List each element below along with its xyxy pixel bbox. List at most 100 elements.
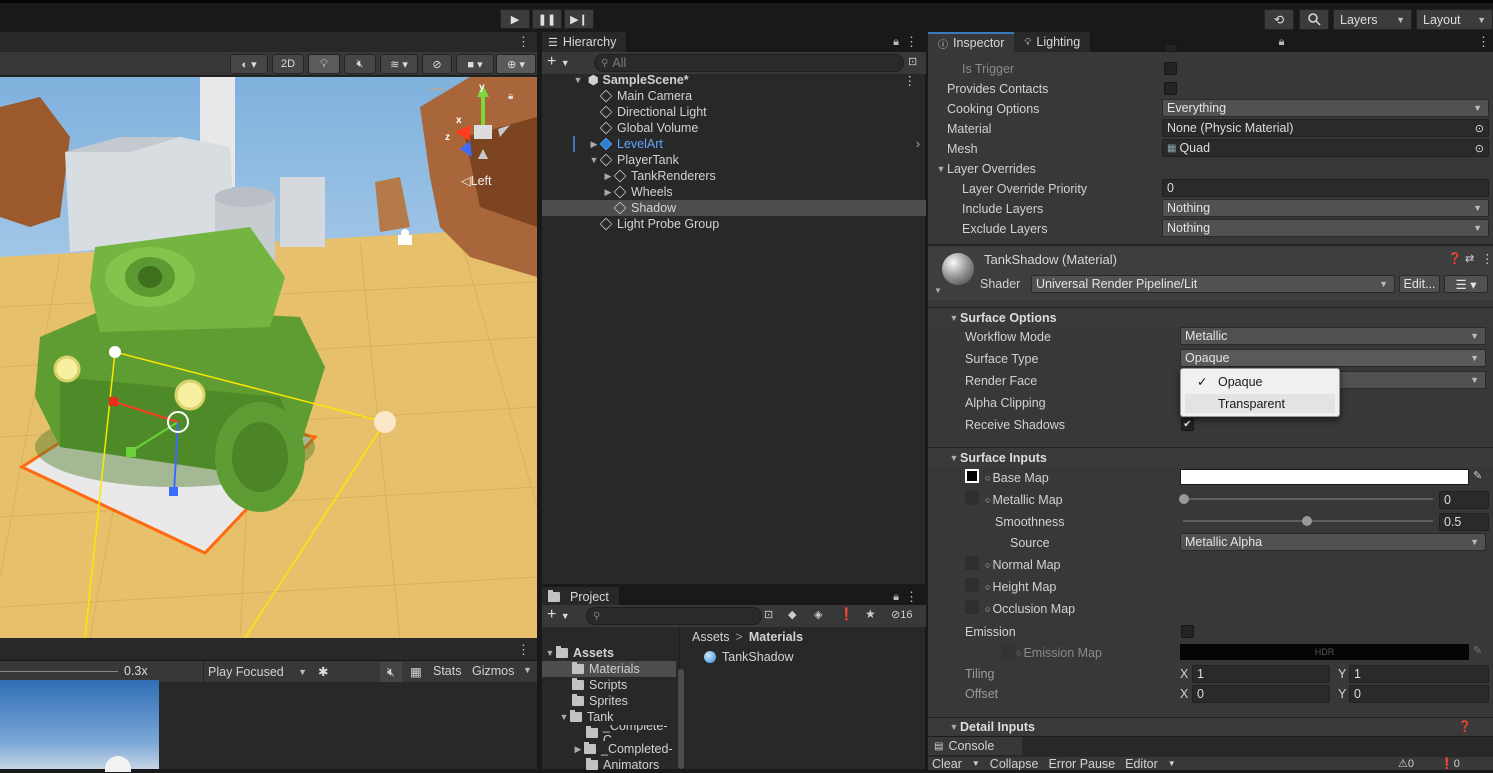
expand-arrow-icon[interactable]: ▼ <box>934 286 942 295</box>
height-map-slot[interactable] <box>965 578 979 592</box>
metallic-map-slot[interactable] <box>965 491 979 505</box>
play-button[interactable]: ▶ <box>500 9 530 29</box>
panel-menu-icon[interactable]: ⋮ <box>517 34 530 50</box>
physic-material-field[interactable]: None (Physic Material) ⊙ <box>1162 119 1489 137</box>
hidden-packages-icon[interactable]: ⊘16 <box>891 608 912 621</box>
panel-menu-icon[interactable]: ⋮ <box>905 34 918 50</box>
lock-icon[interactable]: 🔒︎ <box>508 91 513 102</box>
view-orientation-label[interactable]: ◁Left <box>461 173 491 188</box>
layout-dropdown[interactable]: Layout ▼ <box>1416 9 1493 30</box>
emission-color-swatch[interactable]: HDR <box>1180 644 1469 660</box>
folder-assets[interactable]: ▼ Assets <box>542 645 678 661</box>
metallic-value-input[interactable]: 0 <box>1439 491 1489 509</box>
error-icon[interactable]: ❗0 <box>1440 757 1460 770</box>
surface-inputs-foldout[interactable]: ▼ Surface Inputs <box>928 447 1493 467</box>
expand-arrow-icon[interactable]: ▶ <box>572 744 584 755</box>
folder-completed[interactable]: ▶ _Completed- <box>542 741 676 757</box>
camera-settings-button[interactable]: ■ ▾ <box>456 54 494 74</box>
detail-inputs-foldout[interactable]: ▼ Detail Inputs ❓ <box>928 717 1493 735</box>
toggle-2d-button[interactable]: 2D <box>272 54 304 74</box>
tab-project[interactable]: Project <box>542 587 619 607</box>
lighting-toggle[interactable]: 💡︎ <box>308 54 340 74</box>
hierarchy-item-playertank[interactable]: ▼ PlayerTank <box>542 152 926 168</box>
expand-arrow-icon[interactable]: ▼ <box>544 648 556 658</box>
grid-icon[interactable]: ▦ <box>410 664 422 679</box>
effects-toggle[interactable]: ≋ ▾ <box>380 54 418 74</box>
undo-history-button[interactable]: ⟲ <box>1264 9 1294 30</box>
tiling-y-input[interactable]: 1 <box>1349 665 1489 683</box>
tab-console[interactable]: ▤ Console <box>928 737 1022 755</box>
convex-checkbox[interactable] <box>1164 44 1177 52</box>
warning-icon[interactable]: ⚠0 <box>1398 757 1414 770</box>
folder-scripts[interactable]: Scripts <box>542 677 676 693</box>
scene-viewport[interactable]: x y z 🔒︎ ◁Left <box>0 77 537 638</box>
layers-dropdown[interactable]: Layers ▼ <box>1333 9 1412 30</box>
hierarchy-item-tankrenderers[interactable]: ▶ TankRenderers <box>542 168 926 184</box>
clear-button[interactable]: Clear <box>932 757 962 770</box>
warning-filter-icon[interactable]: ❗ <box>839 607 854 621</box>
surface-options-foldout[interactable]: ▼ Surface Options <box>928 307 1493 327</box>
search-button[interactable] <box>1299 9 1329 30</box>
expand-arrow-icon[interactable]: ▶ <box>602 171 614 182</box>
folder-sprites[interactable]: Sprites <box>542 693 676 709</box>
occlusion-map-slot[interactable] <box>965 600 979 614</box>
include-layers-dropdown[interactable]: Nothing ▼ <box>1162 199 1489 217</box>
popup-option-transparent[interactable]: Transparent <box>1185 394 1335 413</box>
exclude-layers-dropdown[interactable]: Nothing ▼ <box>1162 219 1489 237</box>
layer-overrides-foldout[interactable]: ▼ Layer Overrides <box>935 160 1036 178</box>
search-scope-icon[interactable]: ⊡ <box>764 608 773 621</box>
smoothness-source-dropdown[interactable]: Metallic Alpha ▼ <box>1180 533 1486 551</box>
chevron-down-icon[interactable]: ▼ <box>523 665 532 675</box>
edit-shader-button[interactable]: Edit... <box>1399 275 1440 293</box>
folder-tree-scrollbar[interactable] <box>678 669 684 769</box>
scene-row[interactable]: ▼ ⬢ SampleScene* ⋮ <box>542 72 926 88</box>
metallic-slider[interactable] <box>1183 498 1433 500</box>
hierarchy-search-input[interactable]: ⚲ All <box>594 54 904 72</box>
help-icon[interactable]: ❓ <box>1448 252 1462 265</box>
filter-type-icon[interactable]: ◆ <box>788 608 796 621</box>
smoothness-slider-knob[interactable] <box>1302 516 1312 526</box>
mute-audio-button[interactable]: 🔇︎ <box>380 662 402 682</box>
emission-checkbox[interactable] <box>1181 625 1194 638</box>
metallic-slider-knob[interactable] <box>1179 494 1189 504</box>
add-icon[interactable]: + ▼ <box>547 53 570 71</box>
panel-menu-icon[interactable]: ⋮ <box>905 589 918 605</box>
star-icon[interactable]: ★ <box>865 607 876 621</box>
editor-dropdown[interactable]: Editor <box>1125 757 1158 770</box>
hierarchy-item-wheels[interactable]: ▶ Wheels <box>542 184 926 200</box>
smoothness-value-input[interactable]: 0.5 <box>1439 513 1489 531</box>
normal-map-slot[interactable] <box>965 556 979 570</box>
offset-x-input[interactable]: 0 <box>1192 685 1330 703</box>
is-trigger-checkbox[interactable] <box>1164 62 1177 75</box>
tab-lighting[interactable]: 💡︎ Lighting <box>1014 32 1091 52</box>
hierarchy-item-light-probe-group[interactable]: Light Probe Group <box>542 216 926 232</box>
emission-map-slot[interactable] <box>1002 645 1016 659</box>
lock-icon[interactable]: 🔒︎ <box>1279 36 1285 49</box>
panel-menu-icon[interactable]: ⋮ <box>517 642 530 658</box>
chevron-down-icon[interactable]: ▼ <box>972 759 980 768</box>
asset-tankshadow[interactable]: TankShadow <box>704 649 794 665</box>
folder-materials[interactable]: Materials <box>542 661 676 677</box>
eyedropper-icon[interactable]: ✎ <box>1473 644 1482 657</box>
scene-search-icon[interactable]: ⊡ <box>908 55 917 68</box>
preset-icon[interactable]: ⇄ <box>1465 252 1474 265</box>
hierarchy-item-directional-light[interactable]: Directional Light <box>542 104 926 120</box>
pause-button[interactable]: ❚❚ <box>532 9 562 29</box>
visibility-toggle[interactable]: ⊘ <box>422 54 452 74</box>
step-button[interactable]: ▶❙ <box>564 9 594 29</box>
mesh-field[interactable]: ▦ Quad ⊙ <box>1162 139 1489 157</box>
breadcrumb-materials[interactable]: Materials <box>749 630 803 644</box>
hierarchy-item-main-camera[interactable]: Main Camera <box>542 88 926 104</box>
provides-contacts-checkbox[interactable] <box>1164 82 1177 95</box>
eyedropper-icon[interactable]: ✎ <box>1473 469 1482 482</box>
component-menu-icon[interactable]: ⋮ <box>1481 251 1493 266</box>
layer-override-priority-input[interactable]: 0 <box>1162 179 1489 197</box>
add-icon[interactable]: + ▼ <box>547 606 570 624</box>
gizmos-button[interactable]: ⊕ ▾ <box>496 54 536 74</box>
popup-option-opaque[interactable]: ✓ Opaque <box>1185 372 1335 391</box>
help-icon[interactable]: ❓ <box>1458 720 1472 733</box>
project-search-input[interactable]: ⚲ <box>586 607 762 625</box>
cooking-options-dropdown[interactable]: Everything ▼ <box>1162 99 1489 117</box>
workflow-mode-dropdown[interactable]: Metallic ▼ <box>1180 327 1486 345</box>
base-color-swatch[interactable] <box>1180 469 1469 485</box>
